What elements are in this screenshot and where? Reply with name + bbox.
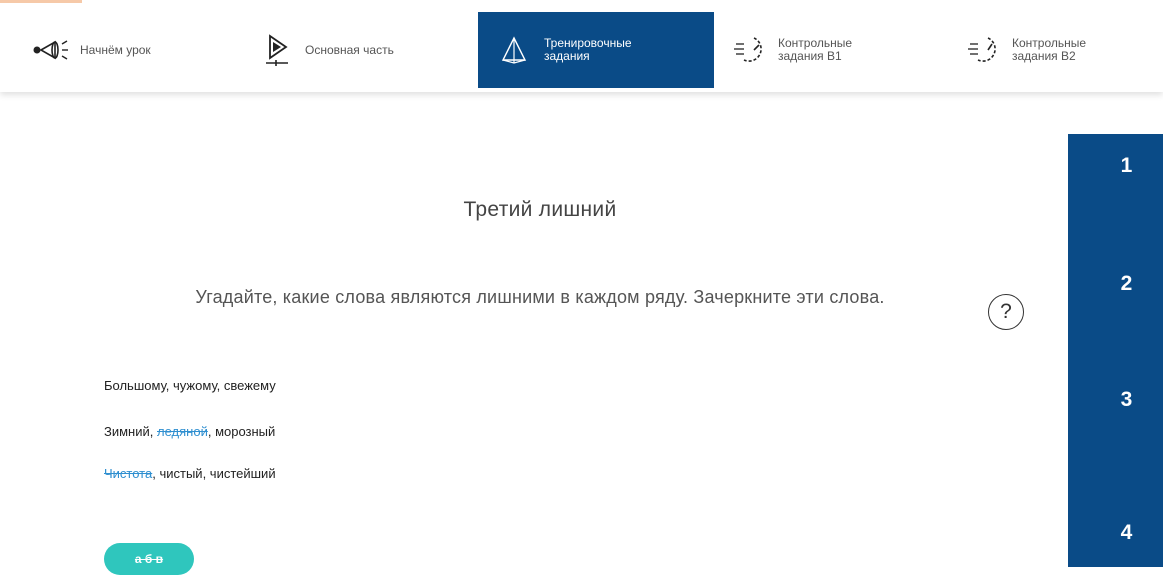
- top-accent-line: [0, 0, 82, 3]
- top-navigation: Начнём урок Основная часть Тренировочные…: [0, 0, 1163, 92]
- task-number-2[interactable]: 2: [1068, 272, 1163, 296]
- task-number-1[interactable]: 1: [1068, 154, 1163, 178]
- answer-button[interactable]: а б в: [104, 543, 194, 575]
- megaphone-icon: [30, 28, 74, 72]
- word-option[interactable]: чужому: [173, 378, 217, 393]
- word-row-3: Чистота, чистый, чистейший: [104, 466, 276, 481]
- nav-item-main-part[interactable]: Основная часть: [255, 12, 460, 88]
- task-number-4[interactable]: 4: [1068, 521, 1163, 545]
- pyramid-icon: [492, 28, 536, 72]
- word-option[interactable]: свежему: [224, 378, 276, 393]
- word-option[interactable]: чистый: [159, 466, 202, 481]
- nav-label: Начнём урок: [80, 42, 151, 57]
- page-title: Третий лишний: [463, 198, 617, 221]
- nav-item-start-lesson[interactable]: Начнём урок: [30, 12, 220, 88]
- nav-label: Контрольные задания В2: [1012, 36, 1087, 63]
- nav-label: Контрольные задания В1: [778, 36, 853, 63]
- task-number-panel: 1 2 3 4: [1068, 134, 1163, 567]
- play-icon: [255, 28, 299, 72]
- separator: ,: [207, 424, 216, 439]
- separator: ,: [149, 424, 157, 439]
- nav-item-control-b2[interactable]: Контрольные задания В2: [962, 12, 1162, 88]
- word-row-2: Зимний, ледяной, морозный: [104, 424, 275, 439]
- nav-item-control-b1[interactable]: Контрольные задания В1: [728, 12, 928, 88]
- task-number-3[interactable]: 3: [1068, 388, 1163, 412]
- word-option[interactable]: Большому: [104, 378, 166, 393]
- separator: ,: [202, 466, 210, 481]
- word-option-struck[interactable]: ледяной: [157, 424, 208, 439]
- stopwatch-icon: [962, 28, 1006, 72]
- word-row-1: Большому, чужому, свежему: [104, 378, 276, 393]
- separator: ,: [165, 378, 174, 393]
- nav-label: Тренировочные задания: [544, 36, 632, 63]
- nav-label: Основная часть: [305, 42, 394, 57]
- word-option[interactable]: чистейший: [210, 466, 276, 481]
- word-option[interactable]: морозный: [215, 424, 275, 439]
- stopwatch-icon: [728, 28, 772, 72]
- word-option[interactable]: Зимний: [104, 424, 150, 439]
- task-instruction: Угадайте, какие слова являются лишними в…: [195, 287, 885, 307]
- nav-item-training-tasks[interactable]: Тренировочные задания: [478, 12, 714, 88]
- word-option-struck[interactable]: Чистота: [104, 466, 152, 481]
- separator: ,: [216, 378, 224, 393]
- help-icon[interactable]: ?: [988, 294, 1024, 330]
